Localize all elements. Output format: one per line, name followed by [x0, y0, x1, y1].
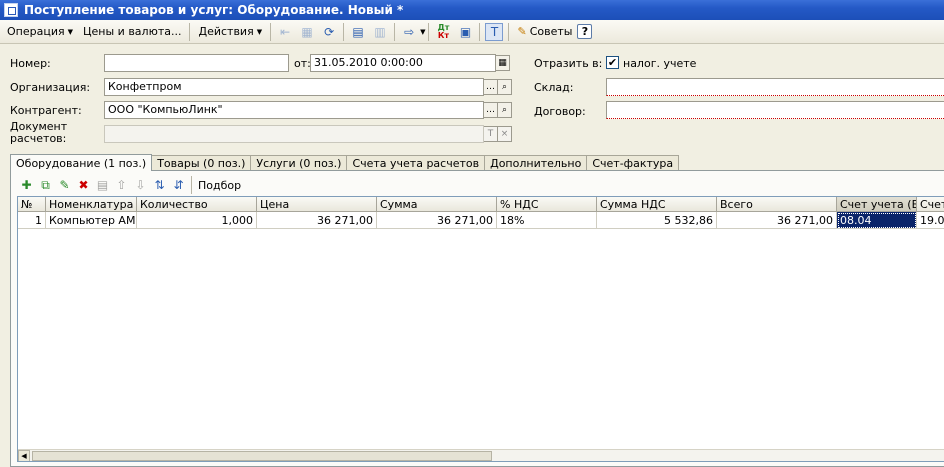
horizontal-scrollbar[interactable]: ◀	[18, 449, 944, 461]
table-toolbar: ✚ ⧉ ✎ ✖ ▤ ⇧ ⇩ ⇅ ⇵ Подбор	[17, 174, 244, 196]
create-based-on-icon[interactable]: ⇨	[400, 23, 418, 41]
table-cell[interactable]: Компьютер АМ...	[46, 212, 137, 229]
toolbar-separator	[189, 22, 191, 41]
table-cell-selected[interactable]: 08.04	[837, 212, 917, 229]
tax-accounting-checkbox[interactable]: ✔	[606, 56, 619, 69]
contract-field[interactable]	[606, 101, 944, 119]
tab-additional[interactable]: Дополнительно	[484, 155, 588, 171]
end-edit-icon[interactable]: ▤	[93, 176, 112, 195]
column-header[interactable]: Сумма	[377, 197, 497, 212]
date-field[interactable]: 31.05.2010 0:00:00	[310, 54, 496, 72]
table-cell[interactable]: 1,000	[137, 212, 257, 229]
clear-icon[interactable]: ×	[498, 126, 512, 142]
column-header[interactable]: Счет учета (БУ)	[837, 197, 917, 212]
table-cell[interactable]: 5 532,86	[597, 212, 717, 229]
column-header[interactable]: Счет	[917, 197, 944, 212]
back-arrow-icon[interactable]: ⇤	[276, 23, 294, 41]
window-title: Поступление товаров и услуг: Оборудовани…	[24, 3, 404, 17]
scroll-left-icon[interactable]: ◀	[18, 450, 30, 461]
tax-accounting-label: налог. учете	[623, 57, 697, 70]
tab-equipment[interactable]: Оборудование (1 поз.)	[10, 154, 153, 171]
reflect-label: Отразить в:	[534, 57, 603, 70]
dropdown-arrow-icon: ▼	[67, 27, 73, 36]
column-header[interactable]: Всего	[717, 197, 837, 212]
column-header[interactable]: % НДС	[497, 197, 597, 212]
equipment-tab-panel: ✚ ⧉ ✎ ✖ ▤ ⇧ ⇩ ⇅ ⇵ Подбор № Номенклатура …	[10, 170, 944, 467]
warehouse-label: Склад:	[534, 81, 574, 94]
structure-icon[interactable]: ▦	[298, 23, 316, 41]
selection-button[interactable]: Подбор	[195, 175, 244, 195]
select-ellipsis-icon[interactable]: …	[484, 102, 498, 118]
main-toolbar: Операция ▼ Цены и валюта... Действия ▼ ⇤ ▦…	[0, 20, 944, 44]
dt-kt-icon[interactable]: Дт Кт	[434, 23, 452, 41]
tips-icon: ✎	[517, 25, 527, 38]
tab-goods[interactable]: Товары (0 поз.)	[151, 155, 252, 171]
payment-document-label: Документ расчетов:	[10, 120, 68, 145]
column-header[interactable]: Сумма НДС	[597, 197, 717, 212]
text-type-icon[interactable]: T	[484, 126, 498, 142]
refresh-icon[interactable]: ⟳	[320, 23, 338, 41]
document-icon	[4, 3, 18, 17]
edit-row-icon[interactable]: ✎	[55, 176, 74, 195]
sort-desc-icon[interactable]: ⇵	[169, 176, 188, 195]
help-icon[interactable]: ?	[577, 24, 593, 39]
number-label: Номер:	[10, 57, 51, 70]
prices-currency-button[interactable]: Цены и валюта...	[78, 22, 186, 42]
organization-field[interactable]: Конфетпром	[104, 78, 484, 96]
dropdown-arrow-icon: ▼	[256, 27, 263, 36]
open-search-icon[interactable]: ⌕	[498, 102, 512, 118]
table-row[interactable]: 1 Компьютер АМ... 1,000 36 271,00 36 271…	[18, 212, 944, 229]
copy-row-icon[interactable]: ⧉	[36, 176, 55, 195]
tab-services[interactable]: Услуги (0 поз.)	[250, 155, 348, 171]
select-ellipsis-icon[interactable]: …	[484, 79, 498, 95]
tab-settlement-accounts[interactable]: Счета учета расчетов	[346, 155, 486, 171]
tips-button[interactable]: ✎ Советы	[512, 22, 577, 42]
organization-label: Организация:	[10, 81, 91, 94]
date-label: от:	[294, 57, 311, 70]
unpost-document-icon[interactable]: ▥	[371, 23, 389, 41]
table-cell[interactable]: 19.03	[917, 212, 944, 229]
open-search-icon[interactable]: ⌕	[498, 79, 512, 95]
dropdown-arrow-icon[interactable]: ▼	[420, 28, 425, 36]
table-cell[interactable]: 18%	[497, 212, 597, 229]
delete-row-icon[interactable]: ✖	[74, 176, 93, 195]
sort-asc-icon[interactable]: ⇅	[150, 176, 169, 195]
table-header: № Номенклатура Количество Цена Сумма % Н…	[18, 197, 944, 212]
operation-menu-button[interactable]: Операция ▼	[2, 22, 78, 42]
post-document-icon[interactable]: ▤	[349, 23, 367, 41]
tab-strip: Оборудование (1 поз.) Товары (0 поз.) Ус…	[10, 154, 680, 171]
text-format-icon[interactable]: T	[485, 22, 504, 41]
counterparty-field[interactable]: ООО "КомпьюЛинк"	[104, 101, 484, 119]
table-cell[interactable]: 36 271,00	[377, 212, 497, 229]
column-header[interactable]: Количество	[137, 197, 257, 212]
scrollbar-thumb[interactable]	[32, 451, 492, 461]
column-header[interactable]: Номенклатура	[46, 197, 137, 212]
counterparty-label: Контрагент:	[10, 104, 82, 117]
calendar-icon[interactable]: ▦	[496, 55, 510, 71]
report-icon[interactable]: ▣	[456, 23, 474, 41]
column-header[interactable]: №	[18, 197, 46, 212]
table-cell[interactable]: 36 271,00	[257, 212, 377, 229]
table-cell[interactable]: 1	[18, 212, 46, 229]
number-field[interactable]	[104, 54, 289, 72]
tab-invoice[interactable]: Счет-фактура	[586, 155, 680, 171]
move-up-icon[interactable]: ⇧	[112, 176, 131, 195]
equipment-table[interactable]: № Номенклатура Количество Цена Сумма % Н…	[17, 196, 944, 462]
add-row-icon[interactable]: ✚	[17, 176, 36, 195]
contract-label: Договор:	[534, 105, 586, 118]
table-cell[interactable]: 36 271,00	[717, 212, 837, 229]
column-header[interactable]: Цена	[257, 197, 377, 212]
warehouse-field[interactable]	[606, 78, 944, 96]
payment-document-field[interactable]	[104, 125, 484, 143]
actions-menu-button[interactable]: Действия ▼	[193, 22, 267, 42]
title-bar: Поступление товаров и услуг: Оборудовани…	[0, 0, 944, 20]
move-down-icon[interactable]: ⇩	[131, 176, 150, 195]
